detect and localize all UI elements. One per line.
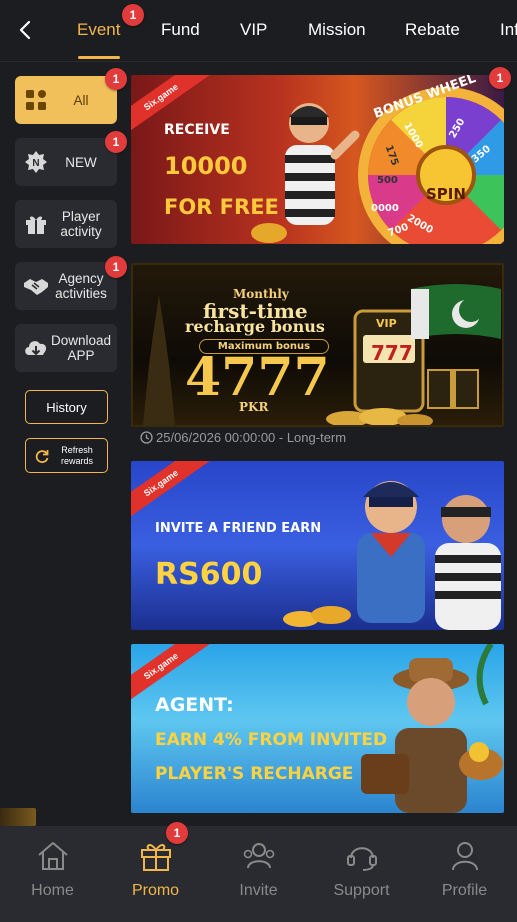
tab-event[interactable]: Event (77, 20, 120, 40)
banner-first-recharge[interactable]: Monthly first-time recharge bonus Maximu… (131, 263, 504, 427)
banner-invite-friend[interactable]: Six.game INVITE A FRIEND EARN RS600 (131, 461, 504, 630)
profile-icon (447, 838, 483, 874)
wheel-number: 0000 (371, 203, 399, 214)
nav-home[interactable]: Home (1, 826, 104, 922)
banner-recharge-bonus-text: recharge bonus (185, 317, 325, 336)
spin-label: SPIN (426, 185, 466, 203)
headset-icon (344, 838, 380, 874)
monument-silhouette (143, 295, 175, 425)
banner-badge: 1 (489, 67, 511, 89)
tab-vip[interactable]: VIP (240, 20, 267, 40)
active-tab-indicator (78, 56, 120, 59)
nav-promo-badge: 1 (166, 822, 188, 844)
sidebar-item-download-app[interactable]: Download APP (15, 324, 117, 372)
sidebar-item-label: Player activity (60, 209, 102, 239)
banner-agent[interactable]: Six.game AGENT: EARN 4% FROM INVITED PLA… (131, 644, 504, 813)
sidebar-item-all[interactable]: All (15, 76, 117, 124)
sidebar-item-label: NEW (65, 154, 97, 170)
sidebar-item-new[interactable]: N NEW (15, 138, 117, 186)
refresh-rewards-button[interactable]: Refresh rewards (25, 438, 108, 473)
nav-label: Profile (441, 882, 488, 899)
sidebar-item-player-activity[interactable]: Player activity (15, 200, 117, 248)
refresh-icon (35, 449, 49, 463)
category-tab-bar: Event 1 Fund VIP Mission Rebate Inf (0, 0, 517, 62)
sidebar-item-label: Download APP (50, 333, 112, 363)
nav-invite[interactable]: Invite (207, 826, 310, 922)
nav-label: Support (333, 882, 390, 899)
refresh-rewards-label: Refresh rewards (60, 444, 93, 466)
gift-icon (138, 838, 174, 874)
pakistan-flag-illustration (411, 284, 501, 339)
sidebar-item-label: All (73, 92, 89, 108)
floating-thumbnail[interactable] (0, 808, 36, 826)
history-button[interactable]: History (25, 390, 108, 424)
banner-agent-earn-text: EARN 4% FROM INVITED (155, 730, 388, 750)
sidebar-item-agency-activities[interactable]: Agency activities (15, 262, 117, 310)
chevron-left-icon (19, 20, 31, 40)
gift-icon (23, 211, 49, 237)
banner-bonus-wheel[interactable]: Six.game RECEIVE 10000 FOR FREE BONUS WH… (131, 75, 504, 244)
banner-agent-text: AGENT: (155, 694, 234, 716)
new-icon: N (23, 149, 49, 175)
sidebar-item-label: Agency activities (55, 271, 107, 301)
wheel-number: 500 (377, 175, 398, 186)
home-icon (35, 838, 71, 874)
tab-rebate[interactable]: Rebate (405, 20, 460, 40)
banner-amount-text: 10000 (164, 152, 248, 180)
banner-max-bonus-amount: 4777 (185, 347, 330, 408)
banner-invite-amount: RS600 (155, 557, 263, 592)
sidebar-all-badge: 1 (105, 68, 127, 90)
brand-ribbon: Six.game (131, 461, 216, 526)
download-icon (23, 335, 49, 361)
bottom-navigation: Home Promo 1 Invite Support Profile (0, 822, 517, 922)
banner-receive-text: RECEIVE (164, 122, 230, 138)
sidebar-new-badge: 1 (105, 131, 127, 153)
tab-fund[interactable]: Fund (161, 20, 200, 40)
gold-coins-illustration (283, 606, 351, 627)
vip-label: VIP (376, 317, 397, 330)
svg-text:N: N (32, 158, 39, 169)
banner-validity-line: 25/06/2026 00:00:00 - Long-term (140, 430, 346, 445)
sidebar-agency-badge: 1 (105, 256, 127, 278)
thief-character-illustration (251, 103, 360, 243)
nav-label: Home (31, 882, 74, 899)
tab-event-badge: 1 (122, 4, 144, 26)
coin-pile-illustration (326, 408, 433, 425)
nav-promo[interactable]: Promo (104, 826, 207, 922)
nav-support[interactable]: Support (310, 826, 413, 922)
clock-icon (140, 431, 153, 444)
nav-profile[interactable]: Profile (413, 826, 516, 922)
nav-label: Promo (131, 882, 180, 899)
banner-agent-recharge-text: PLAYER'S RECHARGE (155, 764, 354, 784)
banner-validity-date: 25/06/2026 00:00:00 - Long-term (156, 430, 347, 445)
promo-page: Event 1 Fund VIP Mission Rebate Inf All … (0, 0, 517, 922)
invite-icon (241, 838, 277, 874)
nav-label: Invite (239, 882, 278, 899)
tab-mission[interactable]: Mission (308, 20, 366, 40)
grid-icon (23, 87, 49, 113)
explorer-character-illustration (361, 644, 503, 813)
slot-reels-text: 777 (371, 341, 413, 365)
tab-more[interactable]: Inf (500, 20, 517, 40)
banner-invite-text: INVITE A FRIEND EARN (155, 521, 322, 536)
banner-currency-text: PKR (239, 400, 269, 414)
back-button[interactable] (12, 16, 38, 44)
handshake-icon (23, 273, 49, 299)
